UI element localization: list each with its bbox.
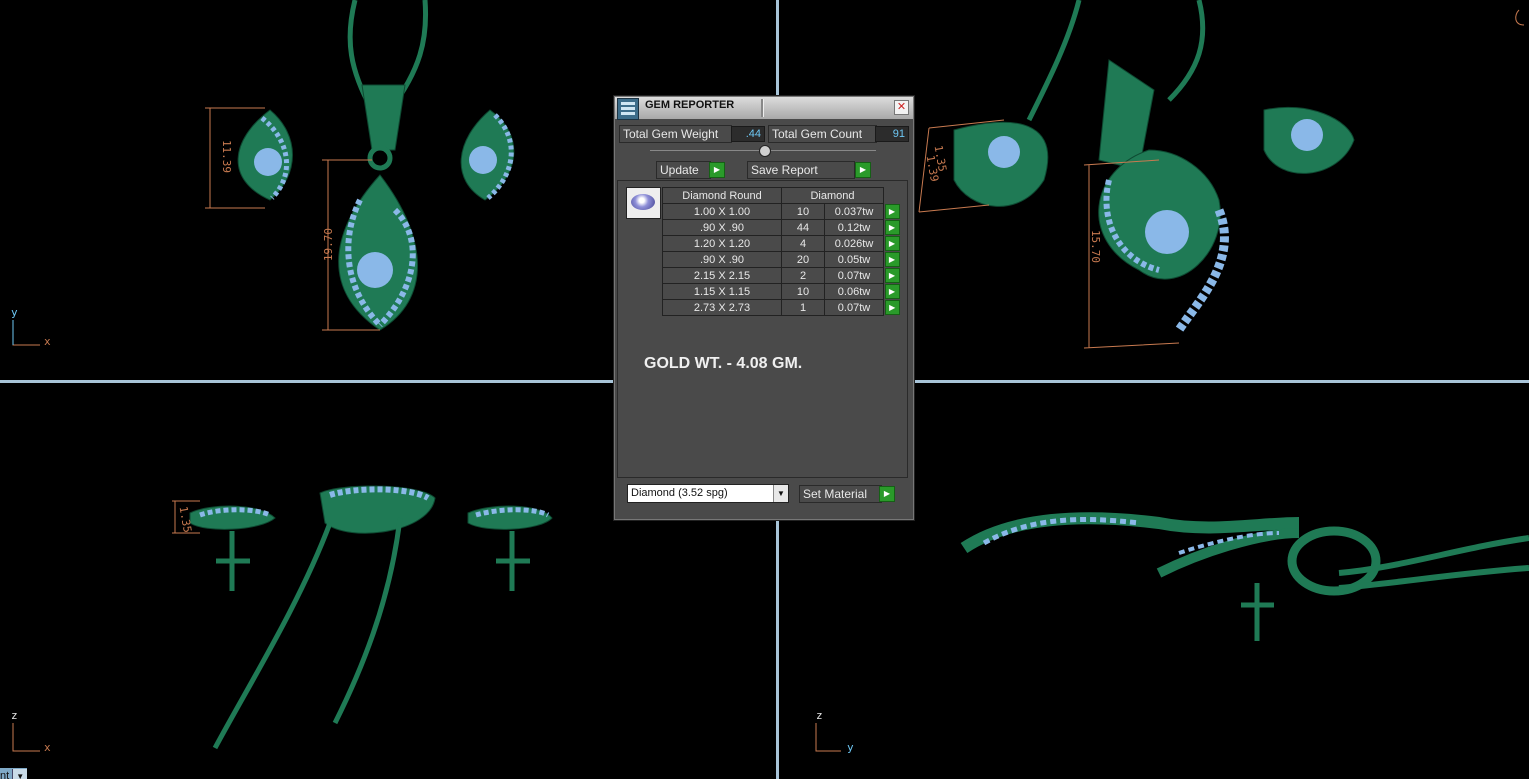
gem-count: 1 — [781, 299, 825, 316]
dimension-label: 11.39 — [220, 139, 234, 174]
gem-reporter-icon — [617, 98, 639, 120]
gold-weight-note: GOLD WT. - 4.08 GM. — [644, 355, 803, 372]
panel-slider-knob[interactable] — [759, 145, 771, 157]
gem-size: 1.15 X 1.15 — [662, 283, 782, 300]
material-select-value: Diamond (3.52 spg) — [631, 487, 728, 499]
gem-weight: 0.05tw — [824, 251, 884, 268]
dimension-label: 15.70 — [1089, 229, 1103, 264]
material-select[interactable]: Diamond (3.52 spg) ▼ — [627, 484, 789, 503]
set-material-button[interactable]: Set Material — [799, 485, 882, 503]
dialog-title: GEM REPORTER — [645, 99, 735, 111]
gem-count: 4 — [781, 235, 825, 252]
gem-weight: 0.06tw — [824, 283, 884, 300]
row-go-icon[interactable]: ▶ — [884, 284, 900, 299]
gem-size: 2.73 X 2.73 — [662, 299, 782, 316]
row-go-icon[interactable]: ▶ — [884, 220, 900, 235]
table-row[interactable]: 2.15 X 2.15 2 0.07tw ▶ — [662, 267, 901, 284]
table-row[interactable]: 1.15 X 1.15 10 0.06tw ▶ — [662, 283, 901, 300]
row-go-icon[interactable]: ▶ — [884, 268, 900, 283]
total-gem-weight-value: .44 — [731, 126, 765, 142]
gem-size: 1.20 X 1.20 — [662, 235, 782, 252]
column-header: Diamond — [781, 187, 884, 204]
table-row[interactable]: 1.20 X 1.20 4 0.026tw ▶ — [662, 235, 901, 252]
gem-size: 2.15 X 2.15 — [662, 267, 782, 284]
gem-size: 1.00 X 1.00 — [662, 203, 782, 220]
gem-weight: 0.037tw — [824, 203, 884, 220]
chevron-down-icon[interactable]: ▼ — [12, 769, 28, 779]
gem-weight: 0.026tw — [824, 235, 884, 252]
axis-z-label: z — [816, 709, 823, 722]
update-button-label: Update — [660, 163, 699, 177]
gem-report-panel: Diamond Round Diamond 1.00 X 1.00 10 0.0… — [617, 180, 908, 478]
axis-y-label: y — [847, 741, 854, 754]
table-row[interactable]: .90 X .90 44 0.12tw ▶ — [662, 219, 901, 236]
save-report-button-label: Save Report — [751, 163, 818, 177]
total-gem-count-value: 91 — [875, 126, 909, 142]
view-type-dropdown[interactable]: nt ▼ — [0, 768, 28, 779]
column-header: Diamond Round — [662, 187, 782, 204]
axis-x-label: x — [44, 335, 51, 348]
close-button[interactable]: ✕ — [894, 100, 909, 115]
row-go-icon[interactable]: ▶ — [884, 300, 900, 315]
axis-x-label: x — [44, 741, 51, 754]
total-gem-weight-label: Total Gem Weight — [619, 125, 732, 143]
gem-weight: 0.07tw — [824, 267, 884, 284]
update-go-icon[interactable]: ▶ — [709, 162, 725, 178]
axis-y-label: y — [11, 306, 18, 319]
title-divider — [761, 99, 764, 117]
row-go-icon[interactable]: ▶ — [884, 204, 900, 219]
set-material-button-label: Set Material — [803, 487, 868, 501]
gem-weight: 0.07tw — [824, 299, 884, 316]
table-row[interactable]: 1.00 X 1.00 10 0.037tw ▶ — [662, 203, 901, 220]
gem-weight: 0.12tw — [824, 219, 884, 236]
save-report-button[interactable]: Save Report — [747, 161, 855, 179]
dimension-label: 19.70 — [322, 227, 336, 262]
gem-count: 2 — [781, 267, 825, 284]
gem-size: .90 X .90 — [662, 219, 782, 236]
gem-count: 44 — [781, 219, 825, 236]
diamond-round-icon[interactable] — [626, 187, 661, 219]
set-material-go-icon[interactable]: ▶ — [879, 486, 895, 502]
gem-count: 20 — [781, 251, 825, 268]
row-go-icon[interactable]: ▶ — [884, 236, 900, 251]
chevron-down-icon[interactable]: ▼ — [773, 485, 788, 502]
gem-reporter-dialog: GEM REPORTER ✕ Total Gem Weight .44 Tota… — [613, 95, 915, 521]
dialog-title-bar[interactable]: GEM REPORTER ✕ — [615, 97, 913, 120]
gem-count: 10 — [781, 203, 825, 220]
gem-count: 10 — [781, 283, 825, 300]
update-button[interactable]: Update — [656, 161, 711, 179]
axis-z-label: z — [11, 709, 18, 722]
gem-table: Diamond Round Diamond 1.00 X 1.00 10 0.0… — [662, 187, 901, 316]
row-go-icon[interactable]: ▶ — [884, 252, 900, 267]
table-row[interactable]: .90 X .90 20 0.05tw ▶ — [662, 251, 901, 268]
total-gem-count-label: Total Gem Count — [768, 125, 877, 143]
table-row[interactable]: 2.73 X 2.73 1 0.07tw ▶ — [662, 299, 901, 316]
save-report-go-icon[interactable]: ▶ — [855, 162, 871, 178]
view-type-label: nt — [0, 770, 10, 779]
gem-size: .90 X .90 — [662, 251, 782, 268]
